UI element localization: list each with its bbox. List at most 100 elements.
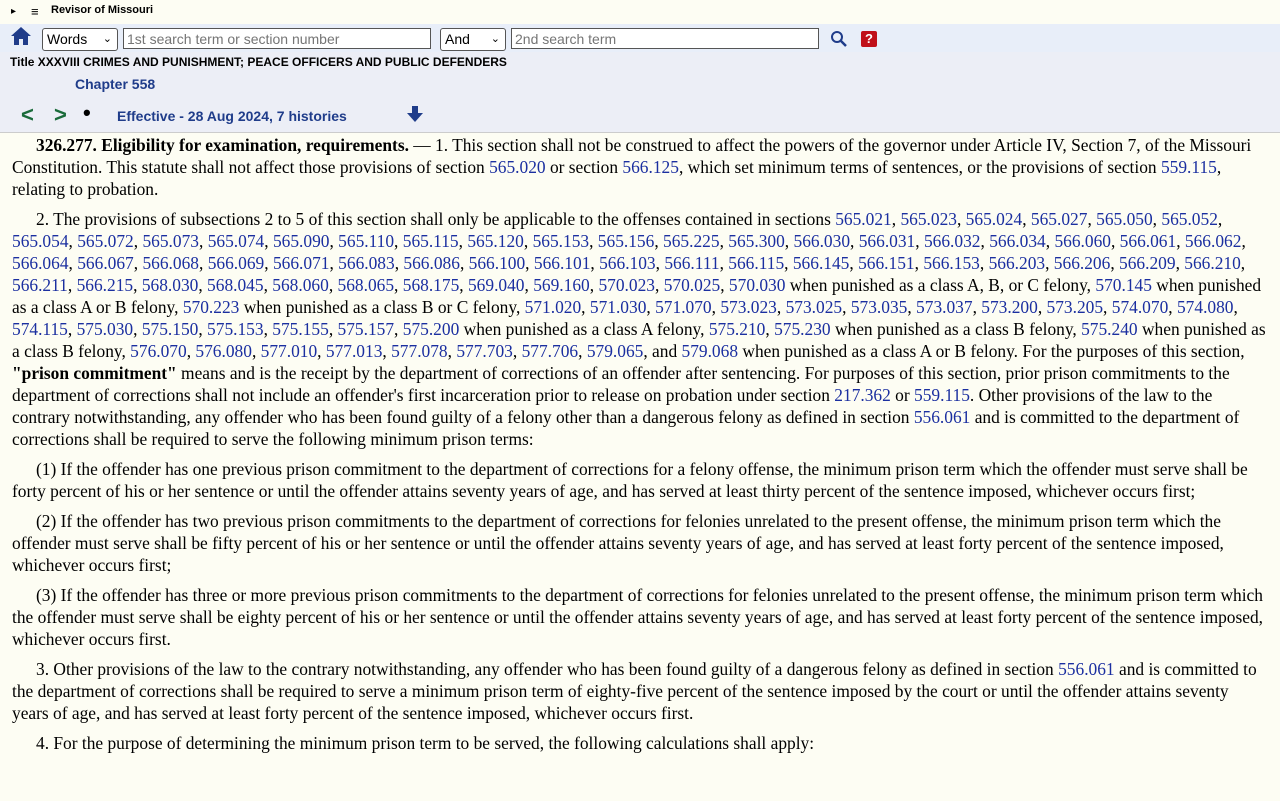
section-link[interactable]: 556.061 (914, 407, 971, 427)
section-link[interactable]: 577.010 (261, 341, 318, 361)
section-link[interactable]: 573.035 (851, 297, 908, 317)
section-link[interactable]: 566.069 (208, 253, 265, 273)
section-link[interactable]: 566.086 (403, 253, 460, 273)
section-link[interactable]: 570.030 (729, 275, 786, 295)
section-link[interactable]: 565.027 (1031, 209, 1088, 229)
section-link[interactable]: 566.032 (924, 231, 981, 251)
down-arrow-icon[interactable] (406, 105, 424, 123)
section-link[interactable]: 576.070 (130, 341, 187, 361)
section-link[interactable]: 575.153 (207, 319, 264, 339)
home-icon[interactable] (10, 25, 32, 47)
section-link[interactable]: 566.061 (1120, 231, 1177, 251)
section-link[interactable]: 565.054 (12, 231, 69, 251)
section-link[interactable]: 568.045 (207, 275, 264, 295)
section-link[interactable]: 566.145 (793, 253, 850, 273)
search-mode-select[interactable]: Words ⌄ (42, 28, 118, 51)
section-link[interactable]: 566.062 (1185, 231, 1242, 251)
section-link[interactable]: 566.211 (12, 275, 68, 295)
section-link[interactable]: 566.034 (989, 231, 1046, 251)
section-link[interactable]: 577.078 (391, 341, 448, 361)
search-icon[interactable] (830, 30, 848, 48)
section-link[interactable]: 565.052 (1161, 209, 1218, 229)
search-connector-select[interactable]: And ⌄ (440, 28, 506, 51)
section-link[interactable]: 574.115 (12, 319, 68, 339)
section-link[interactable]: 566.209 (1119, 253, 1176, 273)
section-link[interactable]: 217.362 (834, 385, 891, 405)
section-link[interactable]: 566.206 (1054, 253, 1111, 273)
help-icon[interactable]: ? (861, 31, 877, 47)
chapter-link[interactable]: Chapter 558 (75, 76, 155, 92)
section-link[interactable]: 570.025 (664, 275, 721, 295)
section-link[interactable]: 577.013 (326, 341, 383, 361)
section-link[interactable]: 566.210 (1184, 253, 1241, 273)
section-link[interactable]: 566.101 (534, 253, 591, 273)
section-link[interactable]: 565.153 (533, 231, 590, 251)
section-link[interactable]: 573.205 (1047, 297, 1104, 317)
section-link[interactable]: 570.223 (183, 297, 240, 317)
section-link[interactable]: 569.160 (533, 275, 590, 295)
section-link[interactable]: 566.031 (859, 231, 916, 251)
section-link[interactable]: 565.225 (663, 231, 720, 251)
section-link[interactable]: 566.215 (77, 275, 134, 295)
section-link[interactable]: 575.157 (338, 319, 395, 339)
section-link[interactable]: 568.175 (403, 275, 460, 295)
expand-triangle-icon[interactable]: ▸ (11, 6, 16, 17)
section-link[interactable]: 575.150 (142, 319, 199, 339)
section-link[interactable]: 571.030 (590, 297, 647, 317)
section-link[interactable]: 559.115 (914, 385, 970, 405)
section-link[interactable]: 565.024 (966, 209, 1023, 229)
section-link[interactable]: 565.115 (403, 231, 459, 251)
site-brand[interactable]: Revisor of Missouri (51, 4, 153, 16)
section-link[interactable]: 568.060 (272, 275, 329, 295)
effective-date-link[interactable]: Effective - 28 Aug 2024, 7 histories (117, 108, 347, 124)
section-link[interactable]: 573.023 (720, 297, 777, 317)
section-link[interactable]: 565.090 (273, 231, 330, 251)
section-link[interactable]: 579.065 (587, 341, 644, 361)
section-link[interactable]: 566.103 (599, 253, 656, 273)
section-link[interactable]: 575.030 (77, 319, 134, 339)
section-link[interactable]: 575.200 (403, 319, 460, 339)
section-link[interactable]: 566.067 (77, 253, 134, 273)
section-link[interactable]: 566.115 (728, 253, 784, 273)
section-link[interactable]: 566.203 (989, 253, 1046, 273)
section-link[interactable]: 566.125 (622, 157, 679, 177)
next-section-button[interactable]: > (54, 102, 67, 128)
section-link[interactable]: 568.030 (142, 275, 199, 295)
section-link[interactable]: 577.703 (456, 341, 513, 361)
section-link[interactable]: 576.080 (195, 341, 252, 361)
section-link[interactable]: 566.083 (338, 253, 395, 273)
section-link[interactable]: 565.073 (142, 231, 199, 251)
section-link[interactable]: 575.155 (272, 319, 329, 339)
section-link[interactable]: 571.020 (525, 297, 582, 317)
section-link[interactable]: 566.100 (469, 253, 526, 273)
section-link[interactable]: 579.068 (682, 341, 739, 361)
section-link[interactable]: 566.151 (858, 253, 915, 273)
previous-section-button[interactable]: < (21, 102, 34, 128)
section-link[interactable]: 565.300 (728, 231, 785, 251)
section-link[interactable]: 565.156 (598, 231, 655, 251)
section-link[interactable]: 556.061 (1058, 659, 1115, 679)
section-link[interactable]: 566.030 (794, 231, 851, 251)
section-link[interactable]: 566.153 (923, 253, 980, 273)
section-link[interactable]: 574.070 (1112, 297, 1169, 317)
search-term-1-input[interactable] (123, 28, 431, 49)
search-term-2-input[interactable] (511, 28, 819, 49)
section-link[interactable]: 566.071 (273, 253, 330, 273)
section-link[interactable]: 565.050 (1096, 209, 1153, 229)
section-link[interactable]: 575.210 (709, 319, 766, 339)
section-link[interactable]: 565.074 (208, 231, 265, 251)
section-link[interactable]: 568.065 (338, 275, 395, 295)
section-link[interactable]: 570.145 (1095, 275, 1152, 295)
section-link[interactable]: 565.023 (900, 209, 957, 229)
section-link[interactable]: 573.200 (981, 297, 1038, 317)
section-link[interactable]: 569.040 (468, 275, 525, 295)
section-link[interactable]: 574.080 (1177, 297, 1234, 317)
section-link[interactable]: 575.240 (1081, 319, 1138, 339)
section-link[interactable]: 565.072 (77, 231, 134, 251)
section-link[interactable]: 566.068 (142, 253, 199, 273)
section-link[interactable]: 565.120 (467, 231, 524, 251)
section-link[interactable]: 570.023 (598, 275, 655, 295)
section-link[interactable]: 566.060 (1054, 231, 1111, 251)
section-link[interactable]: 565.020 (489, 157, 546, 177)
section-link[interactable]: 565.021 (835, 209, 892, 229)
